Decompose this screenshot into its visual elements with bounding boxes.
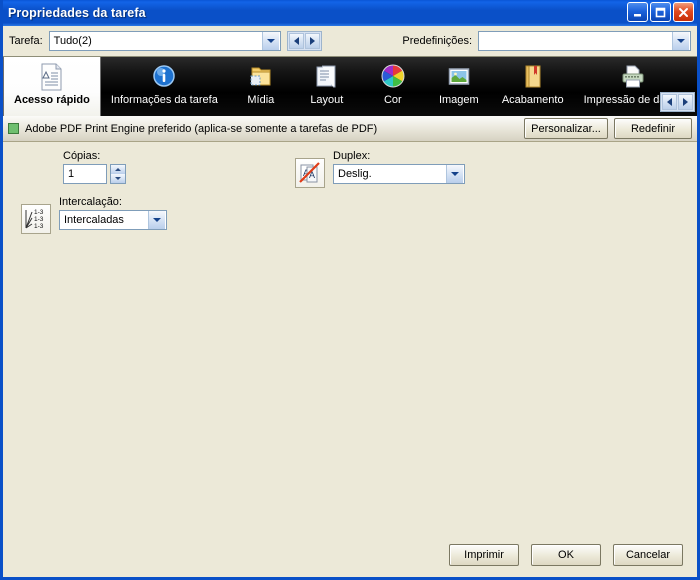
close-button[interactable]	[673, 2, 694, 22]
document-page-icon	[39, 63, 65, 91]
print-button[interactable]: Imprimir	[449, 544, 519, 566]
window-controls	[627, 2, 694, 22]
maximize-button[interactable]	[650, 2, 671, 22]
adobe-pdf-engine-bar: Adobe PDF Print Engine preferido (aplica…	[3, 116, 697, 142]
duplex-group: A A Duplex: Deslig.	[295, 150, 465, 188]
svg-text:1-3: 1-3	[34, 223, 44, 230]
duplex-combo[interactable]: Deslig.	[333, 164, 465, 184]
title-bar: Propriedades da tarefa	[3, 0, 697, 26]
layout-pages-icon	[314, 63, 340, 91]
collation-combo-value: Intercaladas	[64, 214, 124, 226]
tab-label: Layout	[310, 94, 344, 106]
tab-acabamento[interactable]: Acabamento	[492, 57, 574, 116]
task-combo[interactable]: Tudo(2)	[48, 31, 282, 51]
chevron-down-icon[interactable]	[672, 32, 689, 50]
collation-group: 1-3 1-3 1-3 Intercalação: Intercaladas	[21, 196, 167, 234]
svg-text:1-3: 1-3	[34, 209, 44, 216]
task-next-button[interactable]	[305, 33, 321, 49]
svg-text:1-3: 1-3	[34, 216, 44, 223]
task-selection-row: Tarefa: Tudo(2) Predefinições:	[3, 26, 697, 56]
chevron-down-icon[interactable]	[148, 211, 165, 229]
copies-label: Cópias:	[63, 150, 101, 162]
copies-spin-down[interactable]	[111, 174, 125, 183]
tab-strip: Acesso rápido Informações da tarefa Mídi…	[3, 56, 697, 116]
tab-label: Cor	[383, 94, 402, 106]
tab-layout[interactable]: Layout	[294, 57, 360, 116]
color-wheel-icon	[380, 63, 406, 91]
copies-spin-up[interactable]	[111, 165, 125, 174]
printer-icon	[620, 63, 646, 91]
preset-label: Predefinições:	[402, 35, 473, 47]
info-circle-icon	[151, 63, 177, 91]
customize-button[interactable]: Personalizar...	[524, 118, 608, 139]
reset-button[interactable]: Redefinir	[614, 118, 692, 139]
tab-label: Informações da tarefa	[110, 94, 218, 106]
chevron-down-icon[interactable]	[262, 32, 280, 50]
picture-icon	[446, 63, 472, 91]
tab-imagem[interactable]: Imagem	[426, 57, 492, 116]
main-content: Cópias: 1 A A Duplex: Deslig. 1-3 1-3 1-…	[3, 142, 697, 533]
duplex-off-icon: A A	[295, 158, 325, 188]
book-bookmark-icon	[520, 63, 546, 91]
copies-stepper[interactable]: 1	[63, 164, 126, 184]
folder-media-icon	[248, 63, 274, 91]
tab-scroll-right-button[interactable]	[678, 94, 693, 110]
tab-label: Acabamento	[501, 94, 564, 106]
duplex-field: Duplex: Deslig.	[333, 150, 465, 184]
tab-informacoes-da-tarefa[interactable]: Informações da tarefa	[101, 57, 228, 116]
cancel-button[interactable]: Cancelar	[613, 544, 683, 566]
task-combo-value: Tudo(2)	[53, 35, 92, 47]
tab-label: Imagem	[438, 94, 479, 106]
copies-spinner[interactable]	[110, 164, 126, 184]
collate-1-3-icon: 1-3 1-3 1-3	[21, 204, 51, 234]
tab-midia[interactable]: Mídia	[228, 57, 294, 116]
chevron-down-icon[interactable]	[446, 165, 463, 183]
copies-group: Cópias: 1	[63, 150, 126, 184]
tab-acesso-rapido[interactable]: Acesso rápido	[3, 57, 101, 116]
duplex-combo-value: Deslig.	[338, 168, 372, 180]
duplex-label: Duplex:	[333, 150, 371, 162]
tab-scroll-buttons	[660, 92, 695, 112]
dialog-footer: Imprimir OK Cancelar	[3, 533, 697, 577]
minimize-button[interactable]	[627, 2, 648, 22]
tab-label: Mídia	[247, 94, 275, 106]
copies-input[interactable]: 1	[63, 164, 107, 184]
preset-combo[interactable]	[478, 31, 691, 51]
green-status-square-icon	[8, 123, 19, 134]
job-properties-window: Propriedades da tarefa Tarefa: Tudo(2) P…	[0, 0, 700, 580]
ok-button[interactable]: OK	[531, 544, 601, 566]
tab-cor[interactable]: Cor	[360, 57, 426, 116]
collation-label: Intercalação:	[59, 196, 122, 208]
task-label: Tarefa:	[9, 35, 43, 47]
tab-scroll-left-button[interactable]	[662, 94, 677, 110]
task-nav-buttons	[287, 31, 323, 51]
adobe-pdf-engine-text: Adobe PDF Print Engine preferido (aplica…	[25, 122, 378, 135]
collation-combo[interactable]: Intercaladas	[59, 210, 167, 230]
page-title: Propriedades da tarefa	[8, 6, 146, 20]
tab-label: Acesso rápido	[14, 94, 90, 106]
collation-field: Intercalação: Intercaladas	[59, 196, 167, 230]
task-prev-button[interactable]	[289, 33, 305, 49]
